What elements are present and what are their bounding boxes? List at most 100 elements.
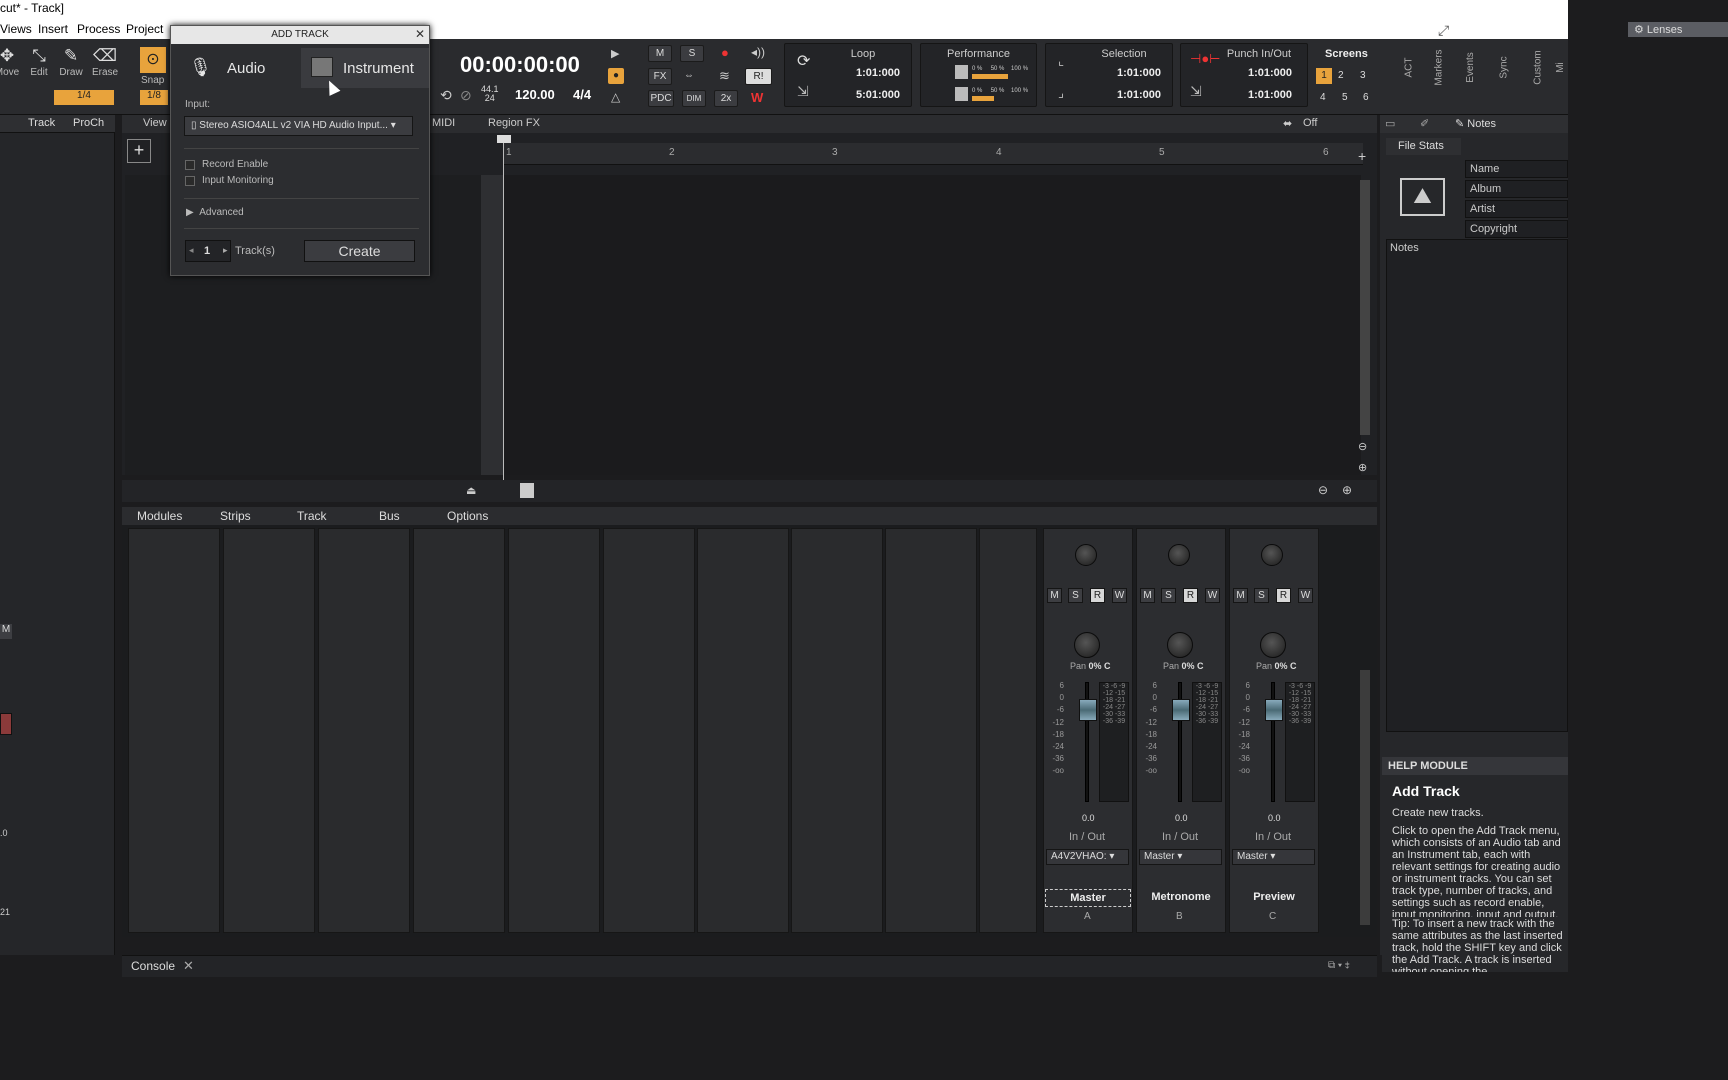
time-signature[interactable]: 4/4 (573, 87, 591, 102)
timeline-ruler[interactable]: 1 2 3 4 5 6 (503, 143, 1363, 165)
tab-proch[interactable]: ProCh (73, 117, 104, 129)
console-menu-strips[interactable]: Strips (220, 509, 251, 523)
volume-value[interactable]: 0.0 (1268, 813, 1281, 823)
artist-field[interactable]: Artist (1465, 200, 1568, 218)
input-echo-icon[interactable]: ◂)) (751, 45, 765, 59)
metronome-off-icon[interactable]: ⊘ (460, 87, 472, 104)
screenset-3[interactable]: 3 (1360, 70, 1366, 81)
mute-button[interactable]: M (1233, 588, 1248, 603)
write-all-icon[interactable]: W (751, 90, 763, 105)
name-field[interactable]: Name (1465, 160, 1568, 178)
copyright-field[interactable]: Copyright (1465, 220, 1568, 238)
tab-audio[interactable]: 🎙 Audio (171, 48, 301, 88)
pdc-button[interactable]: PDC (648, 90, 674, 107)
read-automation-button[interactable]: R (1183, 588, 1198, 603)
zoom-out-icon[interactable]: ⊖ (1358, 440, 1367, 453)
now-time-marker[interactable] (503, 140, 504, 480)
image-placeholder-icon[interactable]: ⛰ (1400, 178, 1445, 216)
module-markers[interactable]: Markers (1434, 49, 1445, 85)
add-track-button[interactable]: + (127, 139, 151, 163)
notes-textarea[interactable]: Notes (1386, 239, 1568, 732)
selection-end[interactable]: 1:01:000 (1117, 89, 1161, 101)
menu-views[interactable]: Views (0, 22, 32, 36)
screenset-6[interactable]: 6 (1363, 92, 1369, 103)
decrement-icon[interactable]: ◂ (189, 245, 194, 256)
strip-name[interactable]: Metronome (1138, 891, 1224, 909)
read-automation-button[interactable]: R (1090, 588, 1105, 603)
screenset-5[interactable]: 5 (1342, 92, 1348, 103)
loop-start[interactable]: 1:01:000 (856, 67, 900, 79)
screenset-2[interactable]: 2 (1338, 70, 1344, 81)
album-field[interactable]: Album (1465, 180, 1568, 198)
module-sync[interactable]: Sync (1499, 56, 1510, 78)
read-all-button[interactable]: R! (745, 68, 772, 85)
module-custom[interactable]: Custom (1533, 50, 1544, 84)
gain-knob[interactable] (1168, 544, 1190, 566)
inspector-mute-button[interactable]: M (0, 624, 12, 639)
module-mi[interactable]: Mi (1555, 62, 1566, 73)
tempo[interactable]: 120.00 (515, 87, 555, 102)
read-automation-button[interactable]: R (1276, 588, 1291, 603)
draw-tool[interactable]: ✎ Draw (56, 45, 86, 78)
track-vertical-scrollbar[interactable] (1360, 180, 1370, 435)
console-vertical-scrollbar[interactable] (1360, 670, 1370, 925)
pan-knob[interactable] (1167, 632, 1193, 658)
console-menu-bus[interactable]: Bus (379, 509, 400, 523)
punch-toggle-icon[interactable]: ⊣●⊢ (1190, 51, 1221, 67)
midi-menu[interactable]: MIDI (432, 117, 455, 129)
punch-range-icon[interactable]: ⇲ (1190, 83, 1202, 100)
region-fx-menu[interactable]: Region FX (488, 117, 540, 129)
input-selector[interactable]: ▯ Stereo ASIO4ALL v2 VIA HD Audio Input.… (184, 116, 413, 136)
volume-value[interactable]: 0.0 (1082, 813, 1095, 823)
record-arm-icon[interactable]: ● (608, 68, 624, 84)
solo-button[interactable]: S (1068, 588, 1083, 603)
snap-resolution-1[interactable]: 1/4 (54, 90, 114, 105)
record-enable-checkbox[interactable] (185, 160, 195, 170)
close-console-icon[interactable]: ✕ (183, 958, 194, 974)
gain-knob[interactable] (1075, 544, 1097, 566)
time-display[interactable]: 00:00:00:00 (460, 52, 580, 78)
solo-button[interactable]: S (680, 45, 704, 62)
write-automation-button[interactable]: W (1205, 588, 1220, 603)
write-automation-button[interactable]: W (1112, 588, 1127, 603)
double-speed-button[interactable]: 2x (714, 90, 738, 107)
close-dialog-icon[interactable]: ✕ (415, 27, 425, 41)
screenset-1[interactable]: 1 (1316, 68, 1332, 84)
automation-icon[interactable]: ≋ (719, 68, 730, 84)
output-selector[interactable]: A4V2VHAO: ▾ (1046, 849, 1129, 865)
pan-knob[interactable] (1260, 632, 1286, 658)
lenses-button[interactable]: ⚙ Lenses (1628, 22, 1728, 37)
snap-offset-icon[interactable]: ⬌ (1283, 117, 1292, 130)
strip-name[interactable]: Preview (1231, 891, 1317, 909)
mute-button[interactable]: M (1047, 588, 1062, 603)
media-tab-icon[interactable]: ▭ (1385, 117, 1395, 130)
strip-name[interactable]: Master (1045, 889, 1131, 907)
loop-range-icon[interactable]: ⇲ (797, 83, 809, 100)
move-tool[interactable]: ✥Move (0, 45, 22, 78)
console-menu-track[interactable]: Track (297, 509, 327, 523)
volume-fader-cap[interactable] (1079, 699, 1097, 721)
loop-end[interactable]: 5:01:000 (856, 89, 900, 101)
plugins-tab-icon[interactable]: ✐ (1420, 117, 1429, 130)
record-icon[interactable]: ● (721, 45, 729, 60)
gain-knob[interactable] (1261, 544, 1283, 566)
clips-pane[interactable] (503, 175, 1361, 475)
sync-icon[interactable]: ⟲ (440, 87, 452, 104)
volume-value[interactable]: 0.0 (1175, 813, 1188, 823)
horizontal-scroll-thumb[interactable] (520, 483, 534, 498)
menu-project[interactable]: Project (126, 22, 163, 36)
notes-tab[interactable]: ✎ Notes (1455, 117, 1496, 130)
dim-button[interactable]: DIM (682, 90, 706, 107)
output-selector[interactable]: Master ▾ (1232, 849, 1315, 865)
menu-insert[interactable]: Insert (38, 22, 68, 36)
file-stats-tab[interactable]: File Stats (1386, 138, 1461, 155)
volume-fader-cap[interactable] (1265, 699, 1283, 721)
solo-button[interactable]: S (1254, 588, 1269, 603)
h-zoom-out-icon[interactable]: ⊖ (1318, 483, 1328, 497)
metronome-icon[interactable]: △ (611, 90, 620, 104)
screenset-4[interactable]: 4 (1320, 92, 1326, 103)
track-count-spinner[interactable]: ◂ 1 ▸ (185, 240, 231, 262)
zoom-in-icon[interactable]: ⊕ (1358, 461, 1367, 474)
fx-button[interactable]: FX (648, 68, 672, 85)
track-splitter[interactable] (481, 175, 503, 475)
